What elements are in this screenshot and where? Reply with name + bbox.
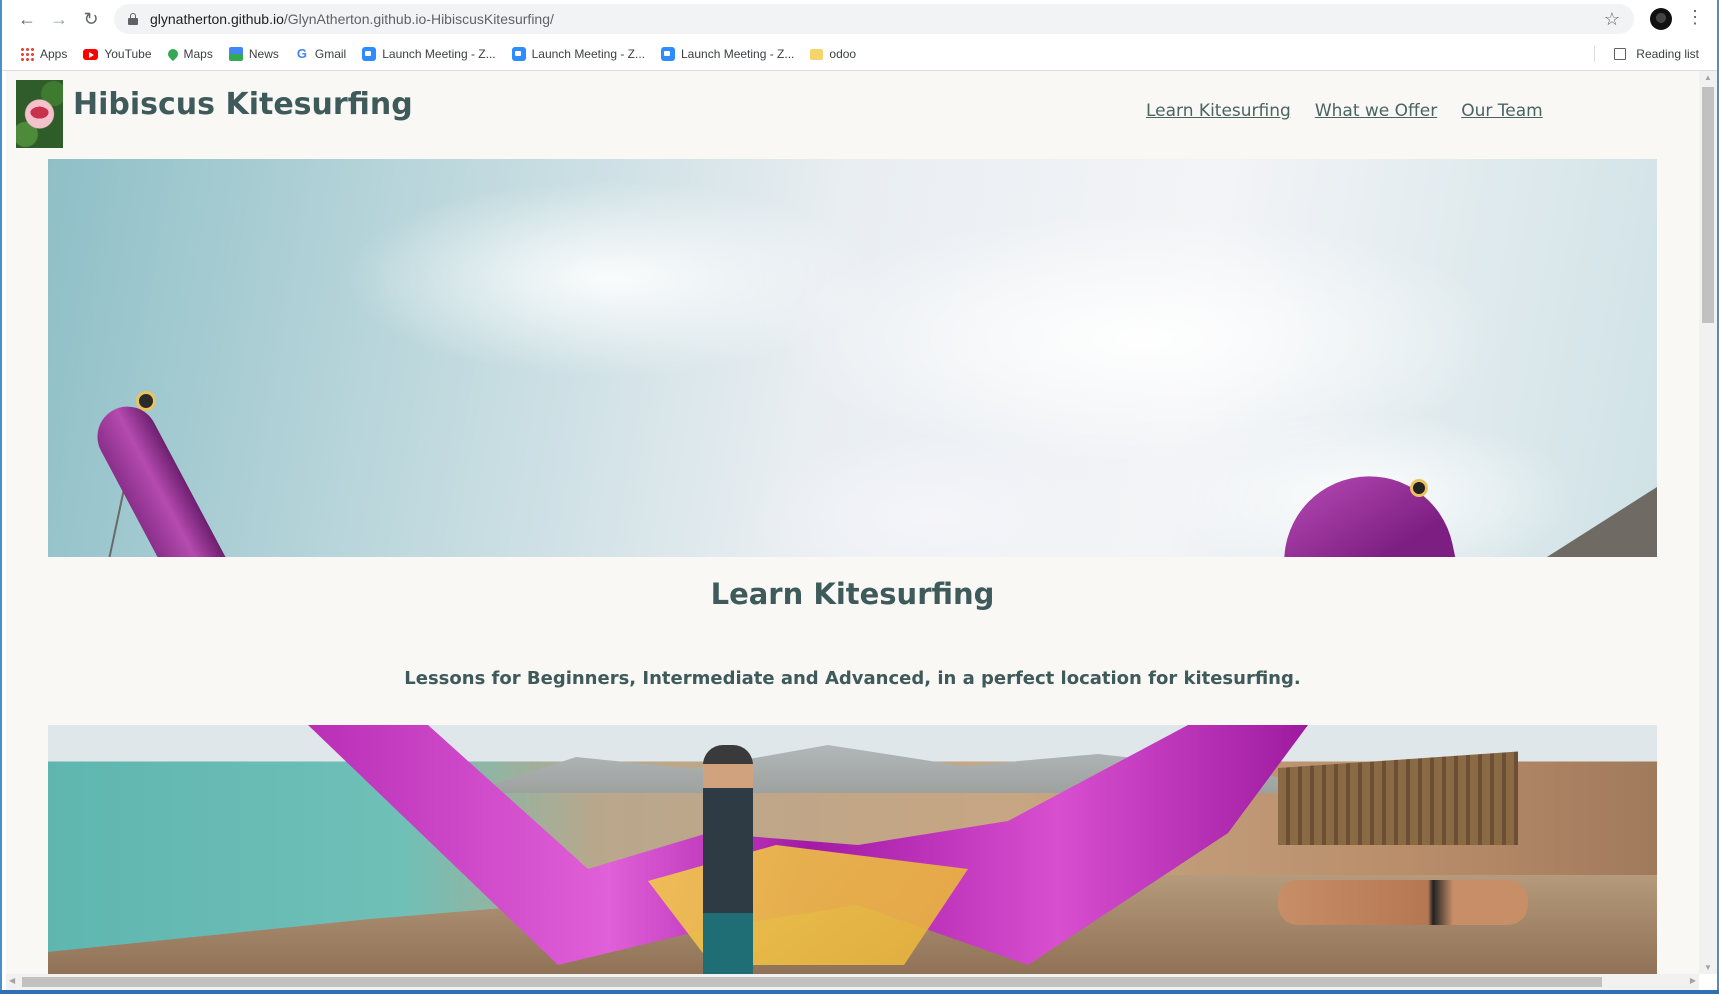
bookmark-label: YouTube — [104, 47, 152, 61]
folder-icon — [810, 48, 824, 60]
nav-link-our-team[interactable]: Our Team — [1461, 101, 1542, 121]
section-title: Learn Kitesurfing — [710, 577, 995, 611]
arrow-left-icon: ← — [18, 8, 36, 29]
bookmark-launch-meeting-2[interactable]: Launch Meeting - Z... — [511, 47, 645, 61]
bookmarks-divider — [1594, 46, 1595, 62]
scroll-right-icon[interactable]: ▶ — [1690, 976, 1696, 985]
url-text[interactable]: glynatherton.github.io/GlynAtherton.gith… — [150, 11, 554, 27]
page-viewport: Hibiscus Kitesurfing Learn Kitesurfing W… — [6, 71, 1699, 974]
bookmark-label: Launch Meeting - Z... — [382, 47, 496, 61]
horizontal-scrollbar[interactable]: ◀ ▶ — [6, 974, 1699, 990]
site-title[interactable]: Hibiscus Kitesurfing — [73, 87, 413, 122]
youtube-icon — [83, 48, 99, 60]
reload-button[interactable]: ↻ — [78, 6, 104, 32]
bookmark-odoo[interactable]: odoo — [810, 47, 856, 61]
arrow-right-icon: → — [50, 8, 68, 29]
scroll-up-icon[interactable]: ▲ — [1704, 73, 1712, 82]
section-subtitle: Lessons for Beginners, Intermediate and … — [404, 668, 1301, 689]
browser-toolbar: ← → ↻ glynatherton.github.io/GlynAtherto… — [2, 0, 1717, 38]
zoom-icon — [362, 47, 377, 61]
zoom-icon — [661, 47, 675, 61]
forward-button[interactable]: → — [46, 6, 72, 32]
reading-list-button[interactable]: Reading list — [1614, 47, 1699, 61]
bookmark-news[interactable]: News — [228, 47, 279, 61]
taskbar-edge — [0, 990, 1719, 994]
hero-image-sky-kites — [48, 159, 1657, 557]
bookmark-label: News — [248, 47, 279, 61]
bookmark-launch-meeting-1[interactable]: Launch Meeting - Z... — [362, 47, 496, 61]
bookmark-label: Apps — [40, 47, 68, 61]
bookmark-gmail[interactable]: G Gmail — [295, 46, 347, 62]
bookmark-label: Gmail — [314, 47, 347, 61]
bookmark-star-icon[interactable]: ☆ — [1604, 9, 1620, 30]
vertical-scroll-thumb[interactable] — [1702, 87, 1714, 323]
url-host: glynatherton.github.io — [150, 11, 284, 27]
back-button[interactable]: ← — [14, 6, 40, 32]
menu-kebab-icon[interactable]: ⋮ — [1686, 7, 1704, 27]
news-icon — [228, 47, 243, 61]
reading-list-label: Reading list — [1636, 47, 1699, 61]
bookmark-label: Maps — [183, 47, 213, 61]
apps-grid-icon — [20, 47, 34, 61]
address-bar[interactable]: glynatherton.github.io/GlynAtherton.gith… — [114, 4, 1634, 34]
site-nav: Learn Kitesurfing What we Offer Our Team — [1146, 101, 1543, 121]
google-icon: G — [296, 46, 307, 61]
bookmark-label: odoo — [829, 47, 857, 61]
url-path: /GlynAtherton.github.io-HibiscusKitesurf… — [283, 11, 554, 27]
hibiscus-logo — [16, 80, 63, 148]
instructor-figure — [703, 745, 753, 974]
beach-kite-image — [48, 725, 1657, 974]
kite-left-shape — [86, 396, 230, 557]
bookmark-apps[interactable]: Apps — [20, 47, 67, 61]
reload-icon: ↻ — [83, 8, 99, 29]
kite-right-shape — [1268, 460, 1458, 557]
nav-link-learn-kitesurfing[interactable]: Learn Kitesurfing — [1146, 101, 1291, 121]
profile-avatar[interactable] — [1650, 8, 1672, 30]
zoom-icon — [511, 47, 526, 61]
horizontal-scroll-thumb[interactable] — [22, 977, 1602, 987]
scroll-down-icon[interactable]: ▼ — [1704, 963, 1712, 972]
maps-pin-icon — [165, 46, 180, 62]
bookmark-launch-meeting-3[interactable]: Launch Meeting - Z... — [661, 47, 794, 61]
browser-window: ← → ↻ glynatherton.github.io/GlynAtherto… — [0, 0, 1719, 992]
bookmark-youtube[interactable]: YouTube — [83, 47, 152, 61]
scroll-left-icon[interactable]: ◀ — [9, 976, 15, 985]
vertical-scrollbar[interactable]: ▲ ▼ — [1699, 71, 1717, 974]
bookmark-label: Launch Meeting - Z... — [531, 47, 645, 61]
bookmark-label: Launch Meeting - Z... — [681, 47, 795, 61]
nav-link-what-we-offer[interactable]: What we Offer — [1315, 101, 1437, 121]
bookmarks-bar: Apps YouTube Maps News G Gmail Launch Me… — [2, 38, 1717, 71]
reading-list-icon — [1614, 48, 1627, 60]
lock-icon — [128, 13, 138, 25]
bookmark-maps[interactable]: Maps — [165, 46, 213, 62]
